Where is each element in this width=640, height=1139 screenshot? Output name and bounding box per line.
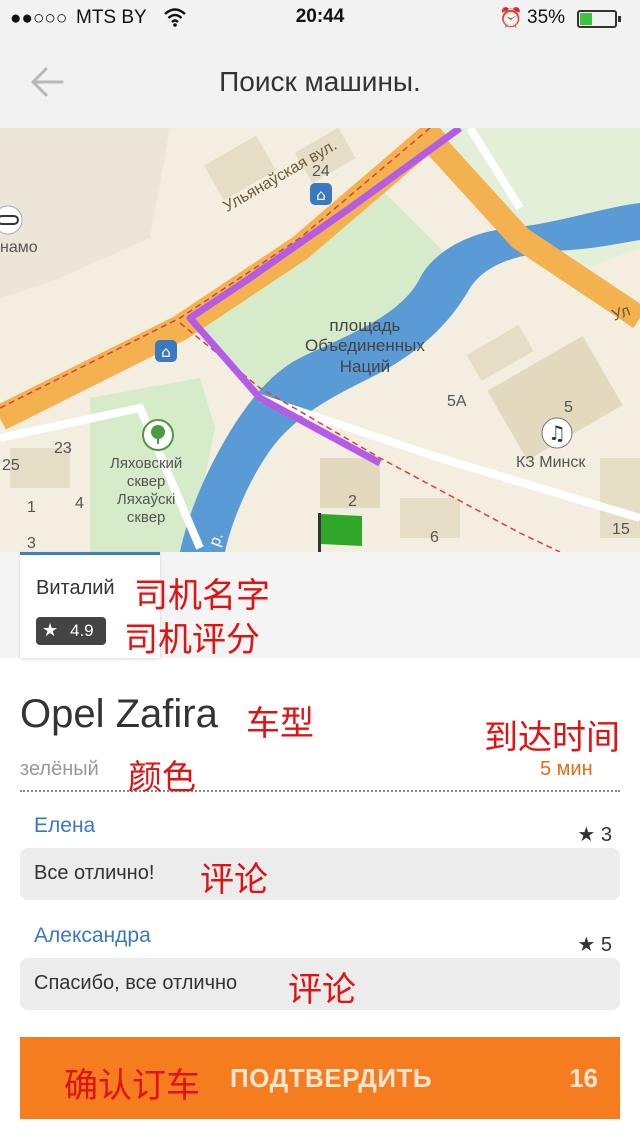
map-label-number: 23 xyxy=(54,440,72,457)
annotation-arrival-time: 到达时间 xyxy=(484,719,620,757)
map-label-number: 25 xyxy=(2,457,20,474)
annotation-comment: 评论 xyxy=(200,861,268,899)
confirm-label: ПОДТВЕРДИТЬ xyxy=(230,1063,433,1093)
svg-text:⌂: ⌂ xyxy=(161,343,171,361)
nav-bar: Поиск машины. xyxy=(0,36,640,128)
page-title: Поиск машины. xyxy=(219,66,421,97)
arrival-time: 5 мин xyxy=(540,758,593,780)
reviewer-name: Александра xyxy=(34,924,151,947)
review-rating: ★ 5 xyxy=(577,932,612,957)
music-venue-icon: ♫ xyxy=(541,417,573,449)
annotation-confirm: 确认订车 xyxy=(64,1067,200,1105)
map-label-venue: КЗ Минск xyxy=(516,454,586,471)
battery-icon xyxy=(577,10,621,28)
map-label-park: Ляховский сквер Ляхаўскі сквер xyxy=(110,455,183,526)
review-rating: ★ 3 xyxy=(577,822,612,847)
annotation-color: 颜色 xyxy=(128,759,196,797)
star-icon: ★ xyxy=(577,934,596,956)
review-rating-value: 3 xyxy=(600,824,612,846)
battery-percent: 35% xyxy=(527,7,566,28)
driver-rating-badge: ★ 4.9 xyxy=(36,617,106,645)
annotation-car-model: 车型 xyxy=(246,705,314,743)
reviewer-name: Елена xyxy=(34,814,96,837)
review-bubble: Все отлично! xyxy=(20,848,620,900)
stadium-area xyxy=(0,128,170,298)
svg-text:⌂: ⌂ xyxy=(316,186,326,204)
svg-text:♫: ♫ xyxy=(548,421,566,445)
status-bar: ●●○○○ MTS BY 20:44 ⏰ 35% xyxy=(0,0,640,36)
map-label-number: 2 xyxy=(348,493,357,510)
map-label-dinamo: намо xyxy=(0,239,38,256)
map-label-number: 3 xyxy=(27,535,36,552)
review-text: Спасибо, все отлично xyxy=(34,972,238,994)
driver-rating-value: 4.9 xyxy=(70,621,94,640)
map-label-number: 5 xyxy=(564,399,573,416)
park-tree-icon xyxy=(142,419,174,451)
map-label-number: 1 xyxy=(27,499,36,516)
map-label-square: площадь Объединенных Наций xyxy=(305,316,425,376)
map-label-number: 4 xyxy=(75,495,84,512)
bus-stop-icon: ⌂ xyxy=(155,340,177,362)
divider xyxy=(20,790,620,792)
driver-name: Виталий xyxy=(36,577,115,599)
star-icon: ★ xyxy=(577,824,596,846)
review-rating-value: 5 xyxy=(600,934,612,956)
confirm-count: 16 xyxy=(569,1063,598,1093)
review-text: Все отлично! xyxy=(34,862,155,884)
annotation-driver-rating: 司机评分 xyxy=(124,621,260,659)
bus-stop-icon: ⌂ xyxy=(310,183,332,205)
annotation-driver-name: 司机名字 xyxy=(134,577,270,615)
car-model: Opel Zafira xyxy=(20,692,218,736)
annotation-comment: 评论 xyxy=(288,971,356,1009)
flag-icon xyxy=(318,513,362,552)
map-view[interactable]: ⌂ ⌂ ♫ намо 24 Ульянаўская вул. Ул площад… xyxy=(0,128,640,552)
star-icon: ★ xyxy=(42,620,59,640)
map-label-number: 6 xyxy=(430,529,439,546)
car-color: зелёный xyxy=(20,758,99,780)
alarm-icon: ⏰ xyxy=(499,8,523,29)
map-label-number: 15 xyxy=(612,521,630,538)
map-label-number: 5А xyxy=(447,393,467,410)
